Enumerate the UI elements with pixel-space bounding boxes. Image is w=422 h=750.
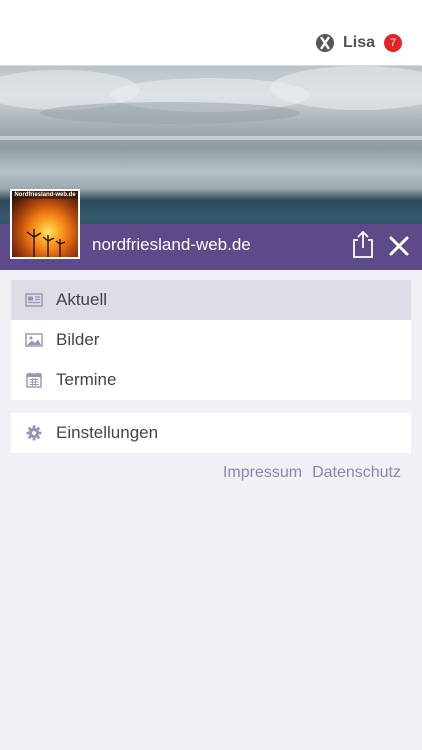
datenschutz-link[interactable]: Datenschutz — [312, 464, 401, 482]
menu-item-label: Termine — [56, 370, 117, 389]
user-network-icon — [315, 34, 334, 52]
menu-item-termine[interactable]: Termine — [11, 360, 411, 400]
menu-item-bilder[interactable]: Bilder — [11, 320, 411, 360]
impressum-link[interactable]: Impressum — [223, 464, 302, 482]
footer-links: Impressum Datenschutz — [213, 464, 401, 482]
settings-menu: Einstellungen — [11, 413, 411, 453]
site-logo: Nordfriesland-web.de — [10, 189, 80, 259]
menu-item-label: Bilder — [56, 330, 100, 349]
main-menu: Aktuell Bilder Termine — [11, 280, 411, 400]
calendar-icon — [26, 372, 42, 388]
user-name: Lisa — [342, 34, 375, 51]
share-icon[interactable] — [350, 230, 376, 258]
top-bar: Lisa 7 — [0, 0, 422, 66]
gear-icon — [26, 425, 42, 441]
menu-item-label: Einstellungen — [56, 423, 159, 442]
menu-item-aktuell[interactable]: Aktuell — [11, 280, 411, 320]
notification-badge: 7 — [384, 34, 402, 52]
user-menu[interactable]: Lisa 7 — [315, 33, 402, 53]
menu-item-einstellungen[interactable]: Einstellungen — [11, 413, 411, 453]
menu-item-label: Aktuell — [56, 290, 108, 309]
site-title: nordfriesland-web.de — [92, 235, 251, 254]
image-icon — [25, 333, 43, 347]
newspaper-icon — [25, 293, 43, 307]
close-icon[interactable] — [388, 235, 410, 257]
